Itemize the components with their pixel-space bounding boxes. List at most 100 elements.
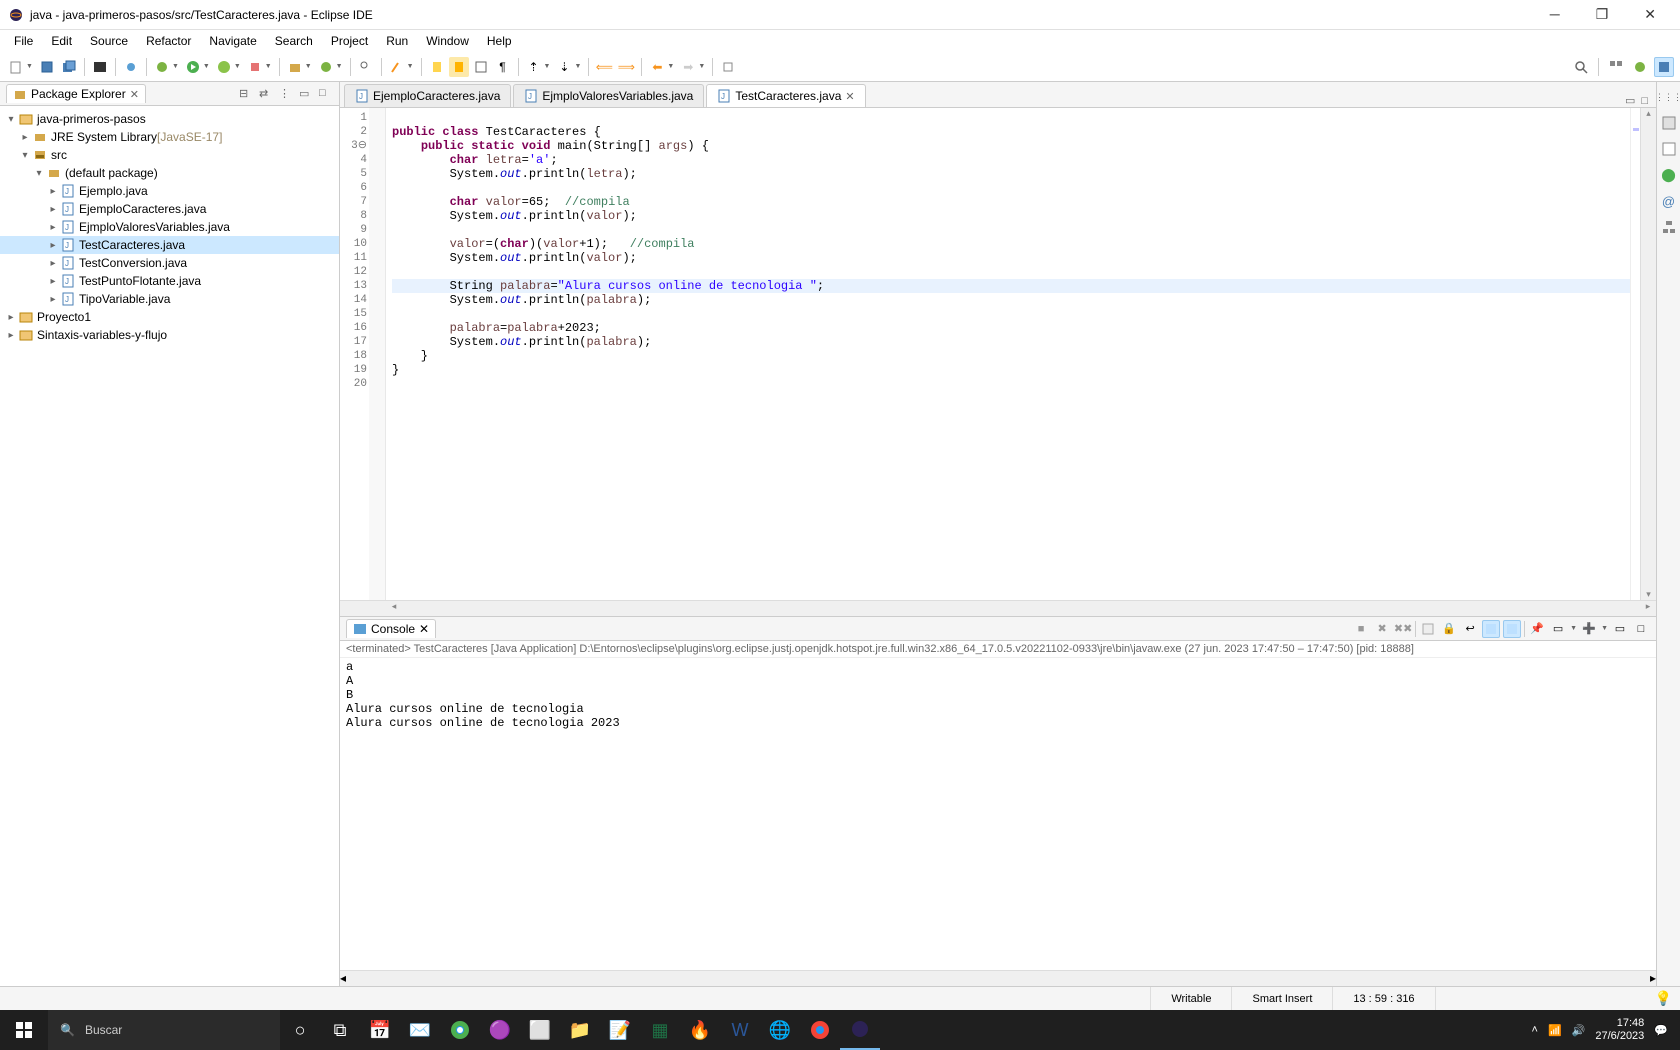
dropdown-arrow-icon[interactable]: ▼ (172, 63, 179, 70)
chrome-button-2[interactable] (800, 1010, 840, 1050)
maximize-console-button[interactable]: □ (1632, 620, 1650, 638)
tree-item[interactable]: ▸JTestCaracteres.java (0, 236, 339, 254)
excel-button[interactable]: ▦ (640, 1010, 680, 1050)
word-button[interactable]: W (720, 1010, 760, 1050)
collapse-all-button[interactable]: ⊟ (239, 87, 253, 101)
expand-icon[interactable]: ▸ (46, 204, 60, 215)
code-editor[interactable]: public class TestCaracteres { public sta… (386, 108, 1630, 600)
new-button[interactable] (6, 57, 26, 77)
menu-window[interactable]: Window (418, 32, 477, 50)
tree-item[interactable]: ▸JTestPuntoFlotante.java (0, 272, 339, 290)
tree-item[interactable]: ▸JEjemploCaracteres.java (0, 200, 339, 218)
expand-icon[interactable]: ▸ (46, 258, 60, 269)
console-output[interactable]: a A B Alura cursos online de tecnologia … (340, 658, 1656, 970)
save-all-button[interactable] (59, 57, 79, 77)
close-button[interactable]: ✕ (1636, 6, 1664, 23)
close-icon[interactable]: ✕ (845, 90, 854, 103)
close-icon[interactable]: ✕ (419, 622, 429, 636)
app-button-1[interactable]: 🟣 (480, 1010, 520, 1050)
mail-app-button[interactable]: ✉️ (400, 1010, 440, 1050)
package-explorer-tab[interactable]: Package Explorer ✕ (6, 84, 146, 103)
tree-item[interactable]: ▾(default package) (0, 164, 339, 182)
vertical-scrollbar[interactable]: ▴ ▾ (1640, 108, 1656, 600)
console-horizontal-scrollbar[interactable]: ◂▸ (340, 970, 1656, 986)
notepad-button[interactable]: 📝 (600, 1010, 640, 1050)
app-button-3[interactable]: 🔥 (680, 1010, 720, 1050)
dropdown-arrow-icon[interactable]: ▼ (1601, 625, 1608, 632)
debug-button[interactable] (152, 57, 172, 77)
dropdown-arrow-icon[interactable]: ▼ (698, 63, 705, 70)
dropdown-arrow-icon[interactable]: ▼ (574, 63, 581, 70)
tree-item[interactable]: ▾java-primeros-pasos (0, 110, 339, 128)
notifications-icon[interactable]: 💬 (1654, 1024, 1668, 1037)
expand-icon[interactable]: ▸ (46, 222, 60, 233)
maximize-editor-button[interactable]: □ (1641, 95, 1648, 107)
menu-search[interactable]: Search (267, 32, 321, 50)
java-perspective-button[interactable] (1654, 57, 1674, 77)
dropdown-arrow-icon[interactable]: ▼ (265, 63, 272, 70)
menu-refactor[interactable]: Refactor (138, 32, 199, 50)
minimize-console-button[interactable]: ▭ (1611, 620, 1629, 638)
editor-tab[interactable]: JEjmploValoresVariables.java (513, 84, 704, 107)
tree-item[interactable]: ▸JRE System Library [JavaSE-17] (0, 128, 339, 146)
show-console-on-err-button[interactable] (1503, 620, 1521, 638)
expand-icon[interactable]: ▸ (4, 330, 18, 341)
maximize-button[interactable]: ❐ (1588, 6, 1617, 23)
menu-project[interactable]: Project (323, 32, 376, 50)
expand-icon[interactable]: ▸ (46, 240, 60, 251)
tree-item[interactable]: ▸JEjmploValoresVariables.java (0, 218, 339, 236)
app-button-2[interactable]: ⬜ (520, 1010, 560, 1050)
skip-breakpoints-button[interactable] (121, 57, 141, 77)
restore-icon[interactable]: ⋮⋮⋮ (1660, 88, 1678, 106)
dropdown-arrow-icon[interactable]: ▼ (1570, 625, 1577, 632)
dropdown-arrow-icon[interactable]: ▼ (26, 63, 33, 70)
taskbar-search[interactable]: 🔍 Buscar (48, 1010, 280, 1050)
menu-navigate[interactable]: Navigate (201, 32, 264, 50)
nav-back-button[interactable]: ⬅ (647, 57, 667, 77)
hierarchy-icon[interactable] (1660, 218, 1678, 236)
horizontal-scrollbar[interactable]: ◂▸ (340, 600, 1656, 616)
back-button[interactable]: ⟸ (594, 57, 614, 77)
run-button[interactable] (183, 57, 203, 77)
dropdown-arrow-icon[interactable]: ▼ (336, 63, 343, 70)
cortana-button[interactable]: ○ (280, 1010, 320, 1050)
remove-all-button[interactable]: ✖✖ (1394, 620, 1412, 638)
new-class-button[interactable] (316, 57, 336, 77)
word-wrap-button[interactable]: ↩ (1461, 620, 1479, 638)
expand-icon[interactable]: ▾ (32, 168, 46, 179)
tree-item[interactable]: ▸Proyecto1 (0, 308, 339, 326)
open-type-button[interactable] (356, 57, 376, 77)
dropdown-arrow-icon[interactable]: ▼ (203, 63, 210, 70)
menu-file[interactable]: File (6, 32, 41, 50)
editor-tab[interactable]: JTestCaracteres.java✕ (706, 84, 865, 107)
coverage-button[interactable] (214, 57, 234, 77)
taskbar-clock[interactable]: 17:48 27/6/2023 (1595, 1017, 1644, 1043)
menu-source[interactable]: Source (82, 32, 136, 50)
tray-expand-icon[interactable]: ˄ (1532, 1024, 1538, 1036)
overview-ruler[interactable] (1630, 108, 1640, 600)
file-explorer-button[interactable]: 📁 (560, 1010, 600, 1050)
menu-run[interactable]: Run (378, 32, 416, 50)
tree-item[interactable]: ▾src (0, 146, 339, 164)
expand-icon[interactable]: ▾ (18, 150, 32, 161)
mentions-icon[interactable]: @ (1660, 192, 1678, 210)
dropdown-arrow-icon[interactable]: ▼ (667, 63, 674, 70)
eclipse-taskbar-button[interactable] (840, 1010, 880, 1050)
expand-icon[interactable]: ▸ (4, 312, 18, 323)
debug-perspective-button[interactable] (1630, 57, 1650, 77)
view-menu-button[interactable]: ⋮ (279, 87, 293, 101)
nav-forward-button[interactable]: ➡ (678, 57, 698, 77)
link-editor-button[interactable]: ⇄ (259, 87, 273, 101)
pin-console-button[interactable]: 📌 (1528, 620, 1546, 638)
pin-button[interactable] (718, 57, 738, 77)
tree-item[interactable]: ▸JEjemplo.java (0, 182, 339, 200)
open-perspective-button[interactable] (1606, 57, 1626, 77)
expand-icon[interactable]: ▸ (46, 186, 60, 197)
task-view-button[interactable]: ⧉ (320, 1010, 360, 1050)
dropdown-arrow-icon[interactable]: ▼ (234, 63, 241, 70)
task-list-icon[interactable] (1660, 140, 1678, 158)
display-console-button[interactable]: ▭ (1549, 620, 1567, 638)
close-icon[interactable]: ✕ (130, 88, 139, 101)
outline-icon[interactable] (1660, 114, 1678, 132)
toggle-mark-button[interactable] (427, 57, 447, 77)
